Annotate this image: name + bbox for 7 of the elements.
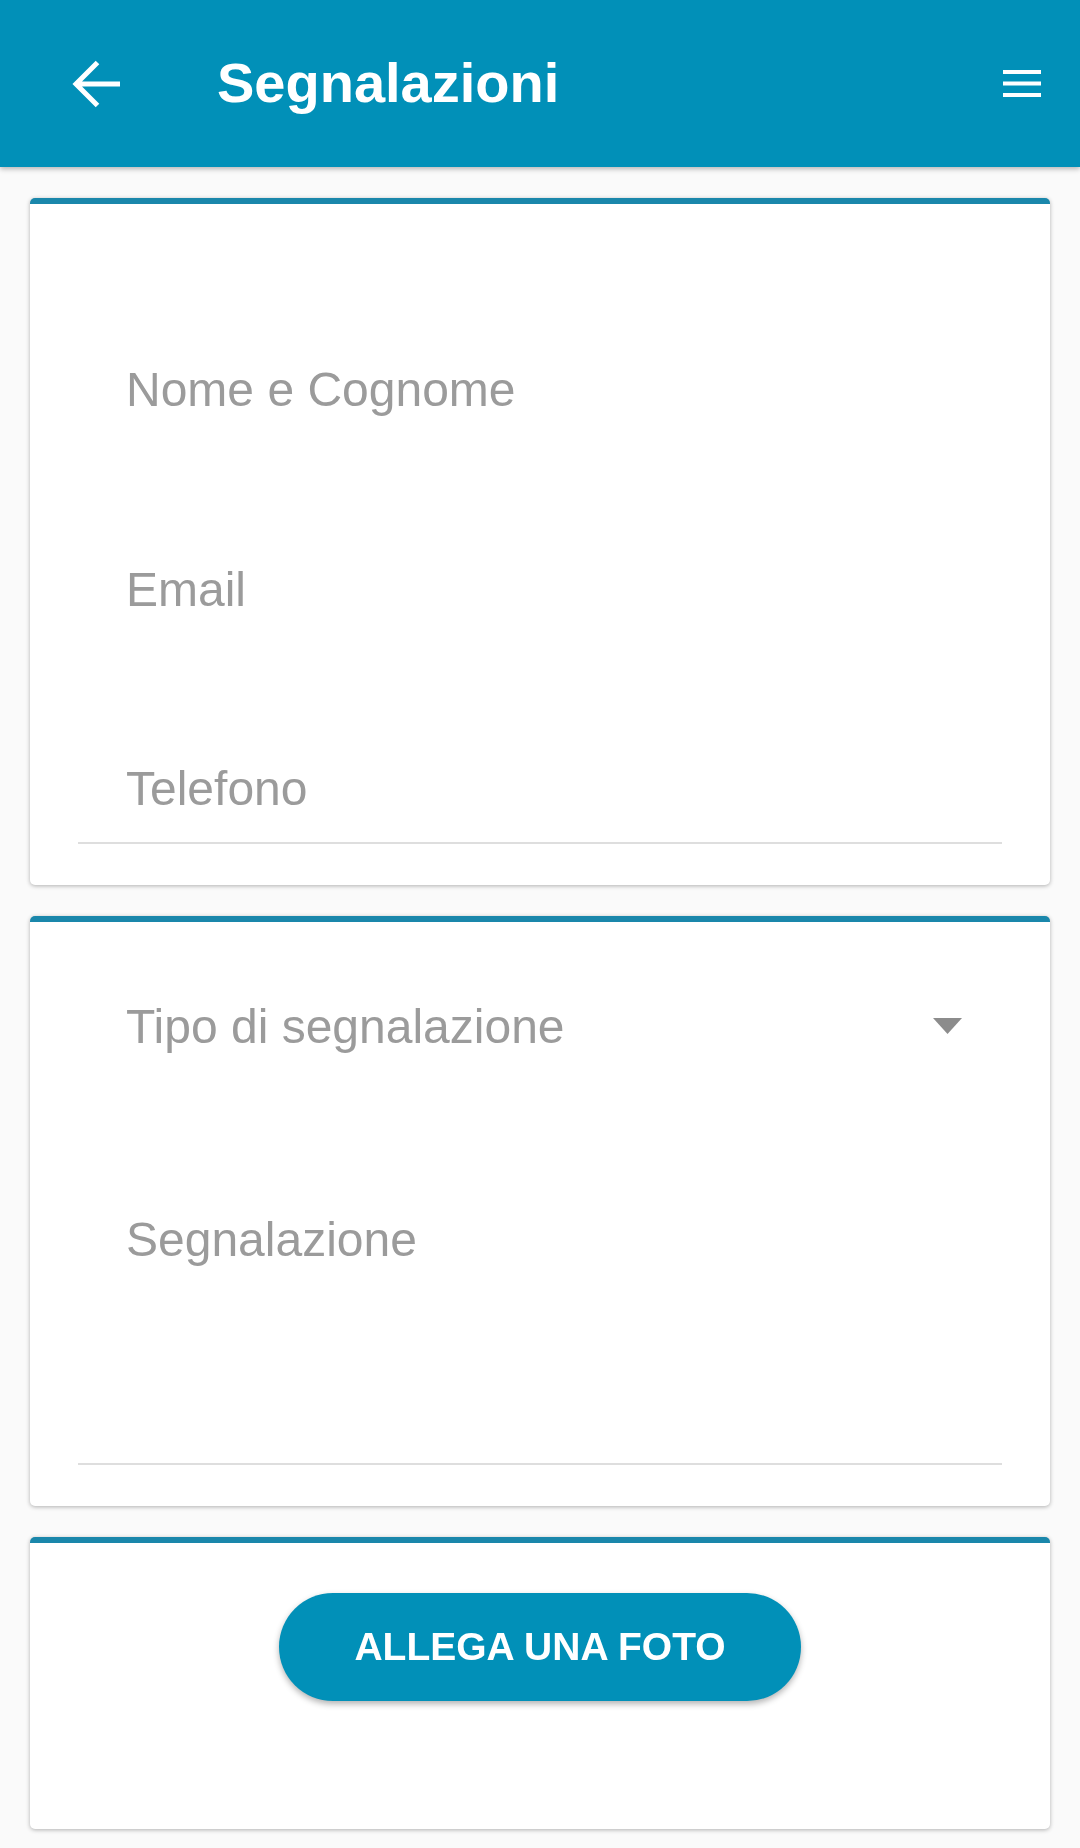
- caret-down-icon: [933, 1018, 962, 1034]
- menu-button[interactable]: [1003, 70, 1041, 97]
- menu-icon: [1003, 70, 1041, 97]
- attach-photo-button[interactable]: ALLEGA UNA FOTO: [279, 1593, 801, 1701]
- back-button[interactable]: [72, 59, 120, 108]
- back-arrow-icon: [72, 59, 120, 108]
- page-title: Segnalazioni: [217, 51, 560, 116]
